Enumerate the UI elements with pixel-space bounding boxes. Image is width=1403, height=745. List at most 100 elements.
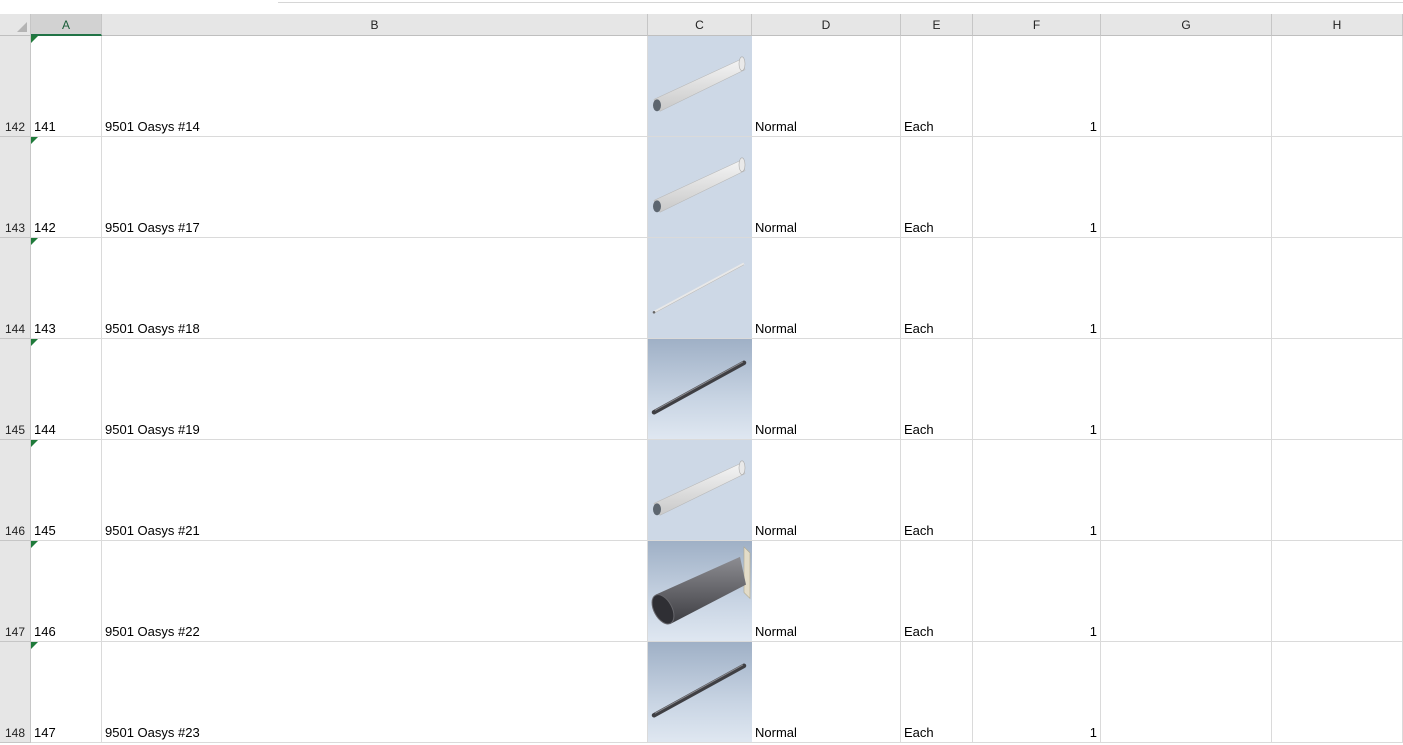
- cell-f[interactable]: 1: [973, 339, 1101, 439]
- cell-b[interactable]: 9501 Oasys #18: [102, 238, 648, 338]
- cell-b[interactable]: 9501 Oasys #21: [102, 440, 648, 540]
- column-header-h[interactable]: H: [1272, 14, 1403, 36]
- cell-e[interactable]: Each: [901, 238, 973, 338]
- cell-d[interactable]: Normal: [752, 339, 901, 439]
- cell-h[interactable]: [1272, 541, 1403, 641]
- column-header-f[interactable]: F: [973, 14, 1101, 36]
- number-stored-as-text-flag-icon[interactable]: [31, 440, 38, 447]
- cell-value: Normal: [755, 422, 797, 437]
- cell-d[interactable]: Normal: [752, 440, 901, 540]
- column-header-g[interactable]: G: [1101, 14, 1272, 36]
- cell-value: Normal: [755, 220, 797, 235]
- cell-h[interactable]: [1272, 137, 1403, 237]
- column-header-e[interactable]: E: [901, 14, 973, 36]
- row-header[interactable]: 144: [0, 238, 31, 339]
- table-row: 145 9501 Oasys #21 Normal Each 1: [31, 440, 1403, 541]
- part-thumbnail-image[interactable]: [648, 642, 752, 742]
- cell-e[interactable]: Each: [901, 137, 973, 237]
- cell-g[interactable]: [1101, 541, 1272, 641]
- cell-value: 1: [1089, 725, 1097, 740]
- cell-a[interactable]: 147: [31, 642, 102, 742]
- formula-bar[interactable]: [278, 0, 1403, 3]
- cell-f[interactable]: 1: [973, 440, 1101, 540]
- cell-a[interactable]: 145: [31, 440, 102, 540]
- cell-d[interactable]: Normal: [752, 238, 901, 338]
- cell-g[interactable]: [1101, 137, 1272, 237]
- cell-value: 9501 Oasys #22: [105, 624, 200, 639]
- row-header[interactable]: 145: [0, 339, 31, 440]
- column-header-d[interactable]: D: [752, 14, 901, 36]
- cell-value: 143: [34, 321, 56, 336]
- cell-d[interactable]: Normal: [752, 137, 901, 237]
- table-row: 141 9501 Oasys #14 Normal Each 1: [31, 36, 1403, 137]
- row-header[interactable]: 148: [0, 642, 31, 743]
- cell-d[interactable]: Normal: [752, 642, 901, 742]
- cell-f[interactable]: 1: [973, 642, 1101, 742]
- cell-h[interactable]: [1272, 238, 1403, 338]
- cell-value: 147: [34, 725, 56, 740]
- number-stored-as-text-flag-icon[interactable]: [31, 541, 38, 548]
- cell-value: Each: [904, 523, 934, 538]
- cell-e[interactable]: Each: [901, 541, 973, 641]
- cell-a[interactable]: 141: [31, 36, 102, 136]
- cell-g[interactable]: [1101, 36, 1272, 136]
- cell-value: 9501 Oasys #17: [105, 220, 200, 235]
- cell-d[interactable]: Normal: [752, 541, 901, 641]
- column-header-c[interactable]: C: [648, 14, 752, 36]
- cell-h[interactable]: [1272, 440, 1403, 540]
- cell-h[interactable]: [1272, 339, 1403, 439]
- cell-f[interactable]: 1: [973, 137, 1101, 237]
- cell-a[interactable]: 142: [31, 137, 102, 237]
- cell-value: 9501 Oasys #21: [105, 523, 200, 538]
- select-all-button[interactable]: [0, 14, 31, 36]
- number-stored-as-text-flag-icon[interactable]: [31, 238, 38, 245]
- part-thumbnail-image[interactable]: [648, 36, 752, 136]
- cell-a[interactable]: 143: [31, 238, 102, 338]
- row-number: 142: [5, 120, 26, 134]
- number-stored-as-text-flag-icon[interactable]: [31, 339, 38, 346]
- number-stored-as-text-flag-icon[interactable]: [31, 642, 38, 649]
- column-header-b[interactable]: B: [102, 14, 648, 36]
- number-stored-as-text-flag-icon[interactable]: [31, 36, 38, 43]
- cell-value: Each: [904, 422, 934, 437]
- cell-a[interactable]: 146: [31, 541, 102, 641]
- part-thumbnail-image[interactable]: [648, 541, 752, 641]
- row-number: 146: [5, 524, 26, 538]
- row-header[interactable]: 147: [0, 541, 31, 642]
- column-header-a[interactable]: A: [31, 14, 102, 36]
- cell-g[interactable]: [1101, 642, 1272, 742]
- cell-a[interactable]: 144: [31, 339, 102, 439]
- cell-e[interactable]: Each: [901, 642, 973, 742]
- cell-d[interactable]: Normal: [752, 36, 901, 136]
- cell-g[interactable]: [1101, 440, 1272, 540]
- cell-value: 144: [34, 422, 56, 437]
- row-number: 143: [5, 221, 26, 235]
- cell-e[interactable]: Each: [901, 36, 973, 136]
- number-stored-as-text-flag-icon[interactable]: [31, 137, 38, 144]
- cell-g[interactable]: [1101, 339, 1272, 439]
- row-header[interactable]: 142: [0, 36, 31, 137]
- select-all-icon: [17, 22, 27, 32]
- cell-e[interactable]: Each: [901, 440, 973, 540]
- cell-h[interactable]: [1272, 642, 1403, 742]
- row-header[interactable]: 143: [0, 137, 31, 238]
- part-thumbnail-image[interactable]: [648, 339, 752, 439]
- cell-value: 9501 Oasys #19: [105, 422, 200, 437]
- cell-b[interactable]: 9501 Oasys #19: [102, 339, 648, 439]
- cell-f[interactable]: 1: [973, 541, 1101, 641]
- row-header[interactable]: 146: [0, 440, 31, 541]
- cell-h[interactable]: [1272, 36, 1403, 136]
- cell-value: 145: [34, 523, 56, 538]
- cell-e[interactable]: Each: [901, 339, 973, 439]
- cell-b[interactable]: 9501 Oasys #23: [102, 642, 648, 742]
- part-thumbnail-image[interactable]: [648, 440, 752, 540]
- cell-g[interactable]: [1101, 238, 1272, 338]
- cell-b[interactable]: 9501 Oasys #17: [102, 137, 648, 237]
- cell-b[interactable]: 9501 Oasys #14: [102, 36, 648, 136]
- part-thumbnail-image[interactable]: [648, 137, 752, 237]
- cell-b[interactable]: 9501 Oasys #22: [102, 541, 648, 641]
- part-thumbnail-image[interactable]: [648, 238, 752, 338]
- cell-value: 141: [34, 119, 56, 134]
- cell-f[interactable]: 1: [973, 238, 1101, 338]
- cell-f[interactable]: 1: [973, 36, 1101, 136]
